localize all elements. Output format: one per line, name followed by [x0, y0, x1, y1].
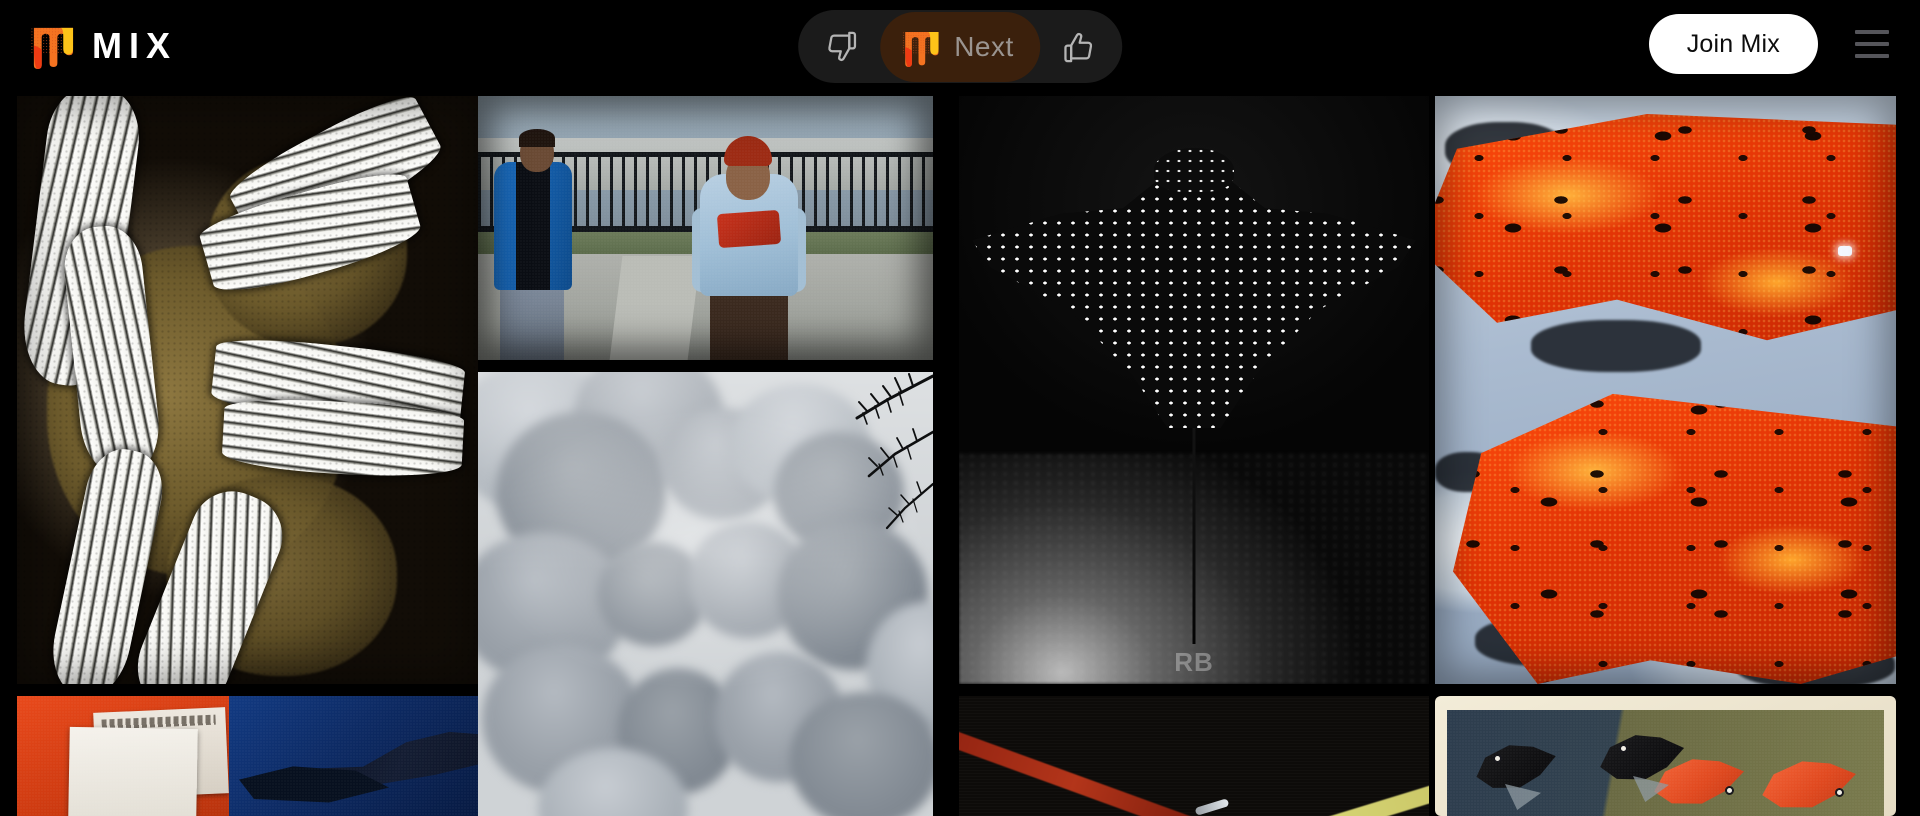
vote-bar: Next	[798, 10, 1122, 83]
hamburger-menu-icon	[1855, 30, 1889, 34]
grid-column-3: RB	[959, 96, 1435, 816]
hamburger-menu-button[interactable]	[1844, 16, 1900, 72]
join-mix-button[interactable]: Join Mix	[1648, 14, 1818, 74]
red-yellow-streaks-image	[959, 696, 1429, 816]
thumbs-up-icon	[1063, 32, 1092, 62]
next-button[interactable]: Next	[880, 11, 1040, 82]
media-tile-gecko-foot[interactable]	[17, 96, 478, 684]
grid-column-2	[478, 96, 959, 816]
like-button[interactable]	[1042, 10, 1114, 83]
media-tile-paper-airplane-collage[interactable]	[17, 696, 478, 816]
mix-drip-logo-icon	[901, 31, 939, 67]
media-tile-two-people-street[interactable]	[478, 96, 933, 360]
lava-over-snow-image	[1435, 96, 1896, 684]
dislike-button[interactable]	[806, 10, 878, 83]
brand-wordmark: MIX	[92, 25, 178, 66]
header-right-actions: Join Mix	[1648, 14, 1900, 74]
grid-column-4	[1435, 96, 1920, 816]
tree-branch-overlay	[783, 372, 933, 562]
media-tile-vintage-fish-print[interactable]	[1435, 696, 1896, 816]
next-button-label: Next	[954, 30, 1014, 62]
ray-watermark: RB	[1174, 647, 1214, 677]
media-tile-spotted-eagle-ray[interactable]: RB	[959, 96, 1429, 684]
spotted-eagle-ray-image: RB	[959, 96, 1429, 684]
hamburger-menu-icon	[1855, 54, 1889, 58]
two-people-street-image	[478, 96, 933, 360]
media-grid: RB	[0, 96, 1920, 816]
media-tile-lava-over-snow[interactable]	[1435, 96, 1896, 684]
thumbs-down-icon	[828, 31, 857, 61]
media-tile-red-yellow-streaks[interactable]	[959, 696, 1429, 816]
gecko-foot-image	[17, 96, 478, 684]
brand-logo[interactable]: MIX	[28, 22, 177, 69]
tree-branch-icon	[855, 373, 933, 530]
vintage-fish-print-image	[1435, 696, 1896, 816]
top-header: MIX Next Join Mix	[0, 0, 1920, 96]
hamburger-menu-icon	[1855, 42, 1889, 46]
media-tile-mammatus-clouds[interactable]	[478, 372, 933, 816]
paper-airplane-collage-image	[17, 696, 478, 816]
mix-drip-logo-icon	[29, 27, 74, 69]
grid-column-1	[0, 96, 478, 816]
mammatus-clouds-image	[478, 372, 933, 816]
